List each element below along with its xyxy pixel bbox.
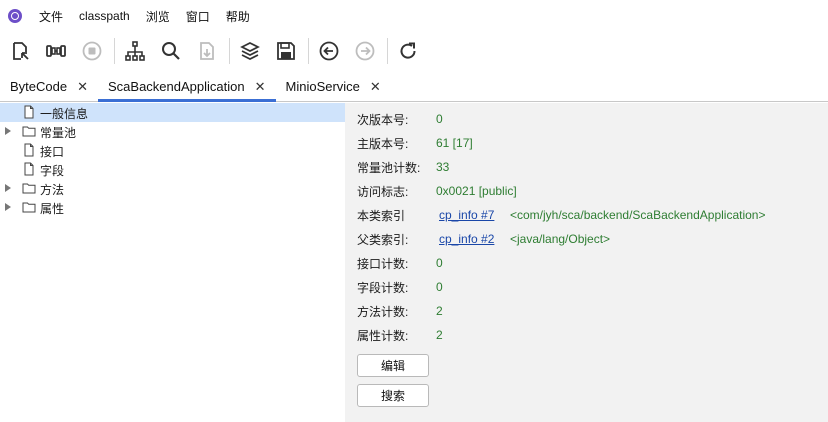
menu-window[interactable]: 窗口 xyxy=(186,8,210,25)
field-value: 0x0021 [public] xyxy=(436,184,517,198)
field-label: 访问标志: xyxy=(357,184,409,199)
field-label: 属性计数: xyxy=(357,328,409,343)
field-value: 0 xyxy=(436,112,443,126)
file-icon xyxy=(22,162,36,176)
layers-icon[interactable] xyxy=(236,37,264,65)
tree-item-label: 接口 xyxy=(40,145,65,159)
field-label: 方法计数: xyxy=(357,304,409,319)
tree-item-fields[interactable]: 字段 xyxy=(0,160,345,179)
folder-icon xyxy=(22,124,36,138)
class-name-value: <com/jyh/sca/backend/ScaBackendApplicati… xyxy=(510,208,766,222)
toolbar-separator xyxy=(308,38,309,64)
field-value: 0 xyxy=(436,280,443,294)
refresh-icon[interactable] xyxy=(394,37,422,65)
menu-file[interactable]: 文件 xyxy=(39,8,63,25)
folder-icon xyxy=(22,181,36,195)
menu-bar: 文件 classpath 浏览 窗口 帮助 xyxy=(0,0,828,32)
field-value: 33 xyxy=(436,160,450,174)
field-value: 0 xyxy=(436,256,443,270)
close-icon[interactable]: ✕ xyxy=(77,79,88,95)
toolbar-separator xyxy=(114,38,115,64)
tab-minioservice[interactable]: MinioService ✕ xyxy=(276,72,391,101)
dumbbell-icon[interactable] xyxy=(42,37,70,65)
cp-info-link[interactable]: cp_info #7 xyxy=(439,208,494,222)
field-label: 父类索引: xyxy=(357,232,409,247)
close-icon[interactable]: ✕ xyxy=(255,79,266,95)
search-button[interactable]: 搜索 xyxy=(357,384,429,407)
field-label: 字段计数: xyxy=(357,280,409,295)
open-file-icon[interactable] xyxy=(6,37,34,65)
tree-item-general-info[interactable]: 一般信息 xyxy=(0,103,345,122)
field-value: 2 xyxy=(436,328,443,342)
tab-label: ByteCode xyxy=(10,79,68,94)
tree-item-label: 字段 xyxy=(40,164,65,178)
tree-item-label: 方法 xyxy=(40,183,65,197)
tree-item-label: 属性 xyxy=(40,202,65,216)
tree-item-methods[interactable]: 方法 xyxy=(0,179,345,198)
expand-arrow-icon[interactable] xyxy=(5,127,11,135)
menu-classpath[interactable]: classpath xyxy=(79,9,130,23)
edit-button[interactable]: 编辑 xyxy=(357,354,429,377)
folder-icon xyxy=(22,200,36,214)
tab-scabackendapplication[interactable]: ScaBackendApplication ✕ xyxy=(98,72,276,102)
field-label: 常量池计数: xyxy=(357,160,421,175)
expand-arrow-icon[interactable] xyxy=(5,184,11,192)
tree-item-constant-pool[interactable]: 常量池 xyxy=(0,122,345,141)
export-file-icon[interactable] xyxy=(193,37,221,65)
toolbar-separator xyxy=(387,38,388,64)
tab-label: MinioService xyxy=(285,79,360,94)
cp-info-link[interactable]: cp_info #2 xyxy=(439,232,494,246)
editor-tabs: ByteCode ✕ ScaBackendApplication ✕ Minio… xyxy=(0,72,828,102)
file-icon xyxy=(22,143,36,157)
search-icon[interactable] xyxy=(157,37,185,65)
back-icon[interactable] xyxy=(315,37,343,65)
field-label: 主版本号: xyxy=(357,136,409,151)
file-icon xyxy=(22,105,36,119)
toolbar-separator xyxy=(229,38,230,64)
field-label: 次版本号: xyxy=(357,112,409,127)
close-icon[interactable]: ✕ xyxy=(370,79,381,95)
hierarchy-icon[interactable] xyxy=(121,37,149,65)
menu-help[interactable]: 帮助 xyxy=(226,8,250,25)
tree-item-attributes[interactable]: 属性 xyxy=(0,198,345,217)
field-label: 接口计数: xyxy=(357,256,409,271)
class-name-value: <java/lang/Object> xyxy=(510,232,611,246)
class-structure-tree: 一般信息 常量池 接口 字段 方法 属性 xyxy=(0,103,345,422)
general-info-panel: 次版本号: 0 主版本号: 61 [17] 常量池计数: 33 访问标志: 0x… xyxy=(345,103,828,422)
field-label: 本类索引 xyxy=(357,208,406,223)
forward-icon[interactable] xyxy=(351,37,379,65)
field-value: 61 [17] xyxy=(436,136,473,150)
tree-item-label: 一般信息 xyxy=(40,107,89,121)
tab-bytecode[interactable]: ByteCode ✕ xyxy=(0,72,98,101)
expand-arrow-icon[interactable] xyxy=(5,203,11,211)
save-icon[interactable] xyxy=(272,37,300,65)
stop-icon[interactable] xyxy=(78,37,106,65)
field-value: 2 xyxy=(436,304,443,318)
tree-item-interfaces[interactable]: 接口 xyxy=(0,141,345,160)
app-logo-icon xyxy=(8,9,22,23)
toolbar xyxy=(0,32,828,70)
tree-item-label: 常量池 xyxy=(40,126,77,140)
menu-browse[interactable]: 浏览 xyxy=(146,8,170,25)
tab-label: ScaBackendApplication xyxy=(108,79,245,94)
